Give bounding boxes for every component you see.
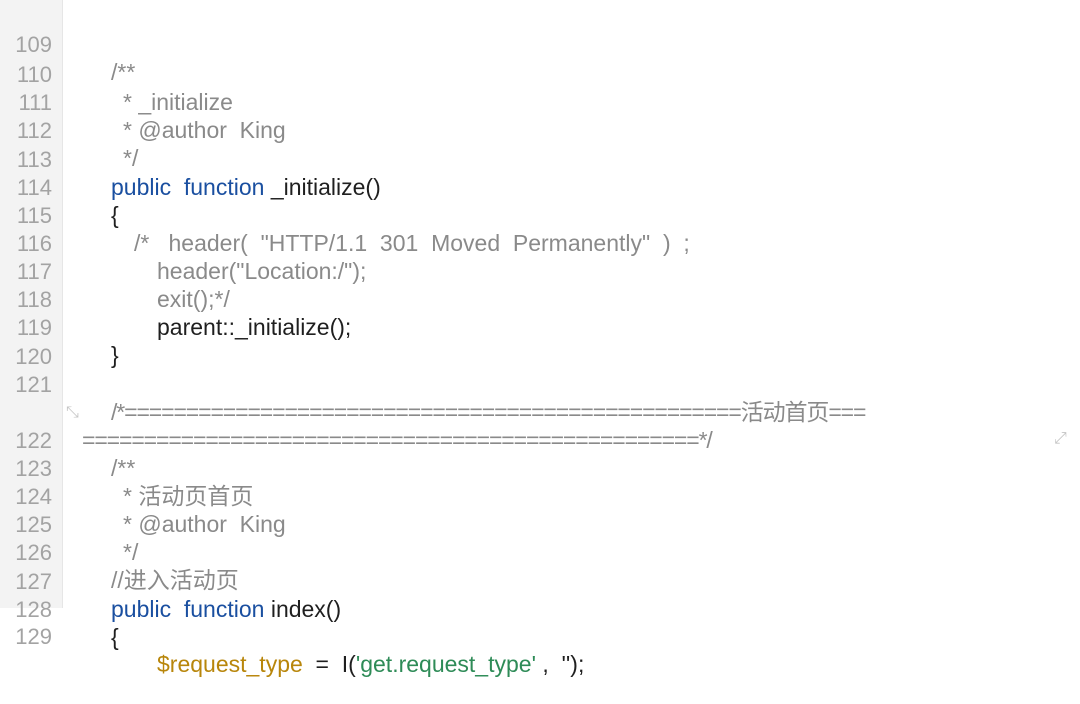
code-token: , ''); [535,651,585,677]
code-line: 111 * @author King [0,62,1080,143]
code-line: 116 header("Location:/"); [0,203,1080,284]
code-line: 112 */ [0,90,1080,171]
code-line-wrapped: ⤡ ======================================… [0,372,1080,453]
code-text: { [111,624,119,650]
code-text: $request_type = I('get.request_type' , '… [157,650,584,678]
code-editor[interactable]: 109 /** 110 * _initialize 111 * @author … [0,0,1080,677]
code-line: 122 /** [0,400,1080,481]
code-token: = I( [302,651,356,677]
code-line: 114 { [0,147,1080,228]
code-line: 126 //进入活动页 [0,512,1080,593]
code-line: 109 /** [0,4,1080,85]
code-line: 119 } [0,287,1080,368]
code-line: 115 /* header( "HTTP/1.1 301 Moved Perma… [0,175,1080,256]
code-line: 127 public function index() [0,541,1080,622]
code-line: 110 * _initialize [0,34,1080,115]
line-number: 129 [15,624,52,649]
code-line: 113 public function _initialize() [0,119,1080,200]
code-line: 121 /*==================================… [0,344,1080,447]
code-line: 128 { [0,569,1080,650]
string-token: 'get.request_type' [355,651,536,677]
variable-token: $request_type [157,651,303,677]
code-line: 123 * 活动页首页 [0,428,1080,509]
code-line: 124 * @author King [0,456,1080,537]
code-line: 125 */ [0,484,1080,565]
code-line: 129 $request_type = I('get.request_type'… [0,596,1080,677]
code-line: 117 exit();*/ [0,231,1080,312]
code-line: 118 parent::_initialize(); [0,259,1080,340]
code-line: 120 [0,316,1080,369]
